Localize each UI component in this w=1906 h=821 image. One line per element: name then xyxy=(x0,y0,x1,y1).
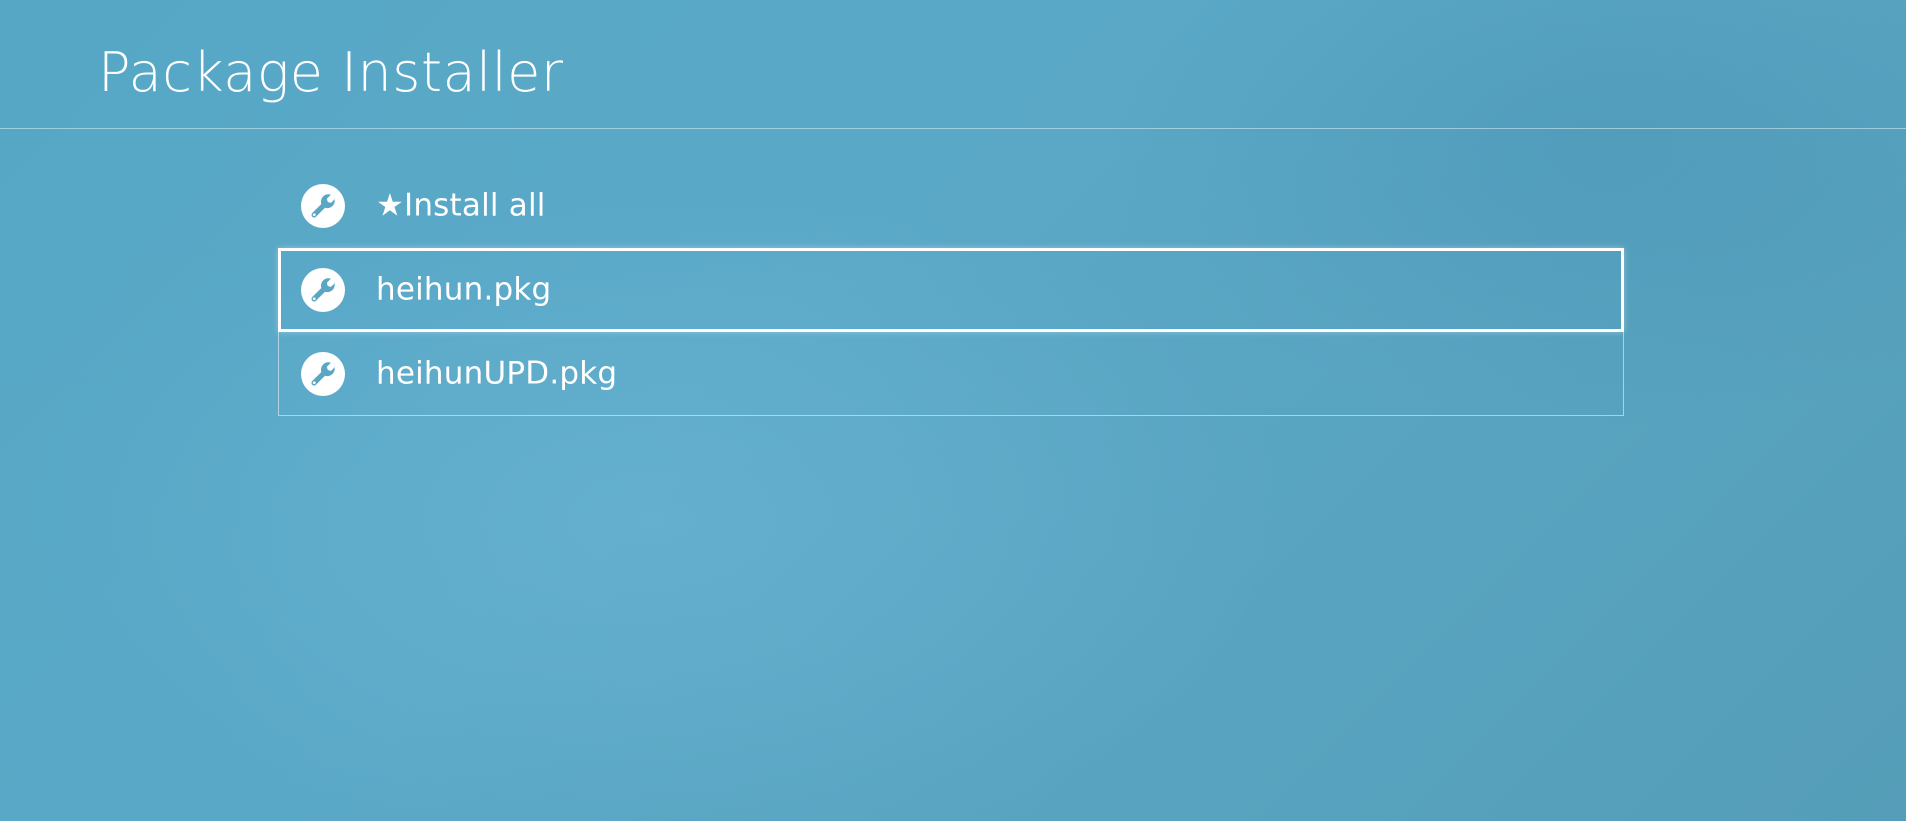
list-item-install-all[interactable]: ★Install all xyxy=(278,164,1624,248)
page-title: Package Installer xyxy=(98,41,564,104)
package-list: ★Install all heihun.pkg heihunUPD.pkg xyxy=(278,164,1624,416)
wrench-icon xyxy=(301,184,345,228)
list-item-label: heihunUPD.pkg xyxy=(376,354,618,391)
wrench-icon xyxy=(301,351,345,396)
list-item-heihun-pkg[interactable]: heihun.pkg xyxy=(278,248,1624,332)
list-item-heihunupd-pkg[interactable]: heihunUPD.pkg xyxy=(278,332,1624,416)
wrench-icon xyxy=(301,268,345,312)
list-item-label: ★Install all xyxy=(376,187,546,224)
header-bar: Package Installer xyxy=(0,0,1906,129)
list-item-label: heihun.pkg xyxy=(376,271,552,308)
